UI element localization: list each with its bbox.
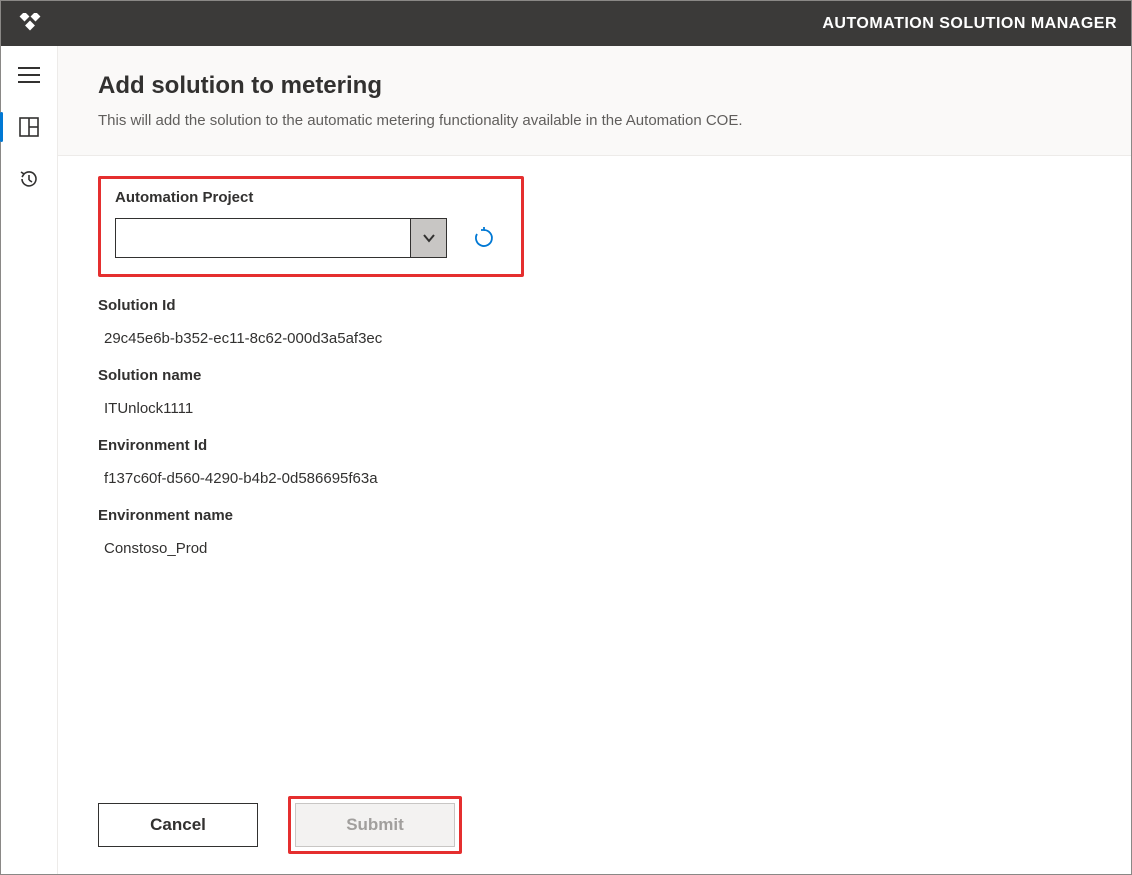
environment-id-value: f137c60f-d560-4290-b4b2-0d586695f63a <box>104 470 1091 487</box>
sidebar <box>1 46 58 874</box>
app-title: AUTOMATION SOLUTION MANAGER <box>822 15 1117 33</box>
solution-name-value: ITUnlock1111 <box>104 400 1091 417</box>
main-content: Add solution to metering This will add t… <box>58 46 1131 874</box>
cancel-button[interactable]: Cancel <box>98 803 258 847</box>
submit-highlight: Submit <box>288 796 462 854</box>
refresh-icon[interactable] <box>471 225 497 251</box>
page-header: Add solution to metering This will add t… <box>58 46 1131 156</box>
automation-project-value <box>116 219 410 257</box>
sidebar-item-dashboard[interactable] <box>12 110 46 144</box>
automation-project-label: Automation Project <box>115 189 507 206</box>
automation-project-highlight: Automation Project <box>98 176 524 277</box>
sidebar-item-history[interactable] <box>12 162 46 196</box>
app-root: AUTOMATION SOLUTION MANAGER <box>0 0 1132 875</box>
environment-name-label: Environment name <box>98 507 1091 524</box>
submit-button[interactable]: Submit <box>295 803 455 847</box>
top-bar: AUTOMATION SOLUTION MANAGER <box>1 1 1131 46</box>
environment-id-label: Environment Id <box>98 437 1091 454</box>
environment-name-value: Constoso_Prod <box>104 540 1091 557</box>
page-subtitle: This will add the solution to the automa… <box>98 112 1091 129</box>
form: Automation Project <box>58 156 1131 874</box>
chevron-down-icon[interactable] <box>410 219 446 257</box>
hamburger-icon[interactable] <box>9 58 49 92</box>
button-row: Cancel Submit <box>98 796 1091 854</box>
app-logo-icon <box>15 9 45 39</box>
solution-name-label: Solution name <box>98 367 1091 384</box>
page-title: Add solution to metering <box>98 72 1091 100</box>
automation-project-dropdown[interactable] <box>115 218 447 258</box>
solution-id-value: 29c45e6b-b352-ec11-8c62-000d3a5af3ec <box>104 330 1091 347</box>
solution-id-label: Solution Id <box>98 297 1091 314</box>
